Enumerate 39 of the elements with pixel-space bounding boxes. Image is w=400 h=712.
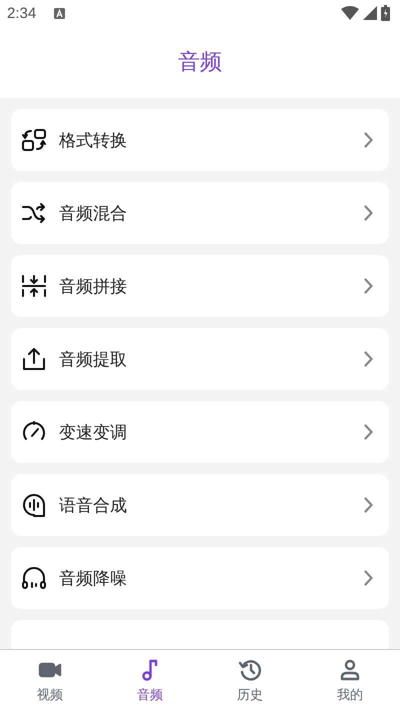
history-icon [238,658,262,682]
menu-item-label: 音频拼接 [59,276,128,298]
menu-item[interactable]: 音频拼接 [11,255,389,317]
menu-item[interactable]: 语音合成 [11,474,389,536]
upload-icon [21,346,47,372]
chevron-right-icon [364,205,373,221]
page-title: 音频 [178,49,222,77]
chevron-right-icon [364,351,373,367]
voice-icon [21,492,47,518]
menu-item[interactable]: 音频降噪 [11,547,389,609]
chevron-right-icon [364,497,373,513]
chevron-right-icon [364,278,373,294]
menu-item[interactable]: 变速变调 [11,401,389,463]
convert-icon [21,127,47,153]
nav-tab[interactable]: 我的 [300,650,400,712]
menu-item-label: 格式转换 [59,130,128,152]
nav-tab[interactable]: 音频 [100,650,200,712]
signal-icon [363,6,377,20]
status-time: 2:34 [7,4,36,22]
menu-item[interactable]: 音频提取 [11,328,389,390]
nav-tab[interactable]: 历史 [200,650,300,712]
headphones-icon [21,565,47,591]
chevron-right-icon [364,424,373,440]
menu-item-label: 音频降噪 [59,568,128,590]
menu-item-label: 音频混合 [59,202,128,224]
chevron-right-icon [364,570,373,586]
person-icon [338,658,362,682]
notification-icon [54,8,66,18]
nav-tab[interactable]: 视频 [0,650,100,712]
chevron-right-icon [364,132,373,148]
menu-item[interactable]: 音频混合 [11,182,389,244]
menu-item[interactable]: 格式转换 [11,109,389,171]
menu-item-label: 语音合成 [59,494,128,516]
wifi-icon [341,6,359,20]
battery-icon [381,5,390,21]
menu-item-label: 变速变调 [59,422,128,444]
shuffle-icon [21,200,47,226]
merge-icon [21,273,47,299]
menu-item-label: 音频提取 [59,348,128,370]
